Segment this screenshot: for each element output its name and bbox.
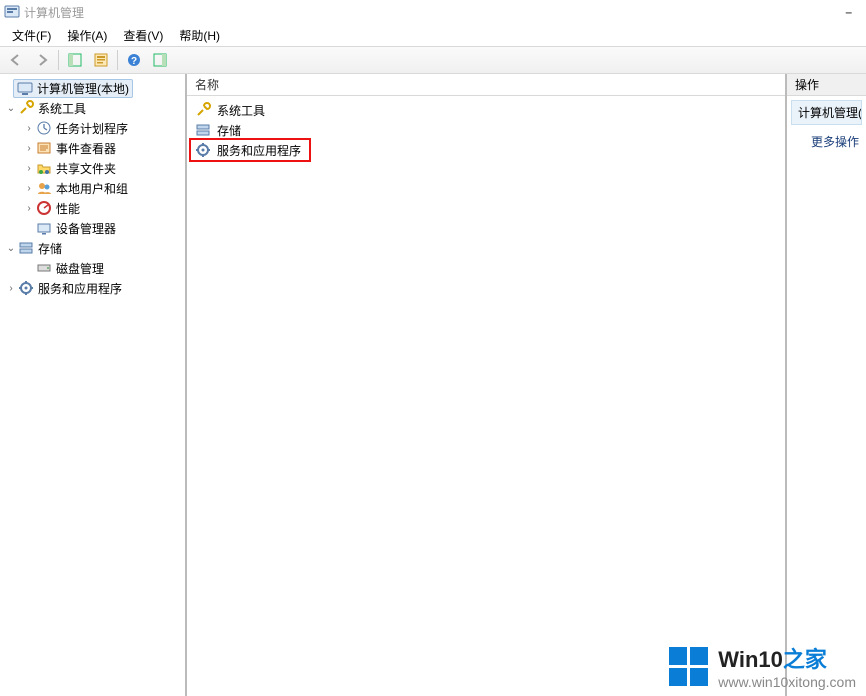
- tools-icon: [195, 102, 211, 118]
- tree-local-users[interactable]: › 本地用户和组: [0, 178, 185, 198]
- tree-label: 存储: [38, 240, 62, 257]
- actions-header: 操作: [787, 74, 866, 96]
- disk-icon: [36, 260, 52, 276]
- tree-services-apps[interactable]: › 服务和应用程序: [0, 278, 185, 298]
- storage-icon: [18, 240, 34, 256]
- show-hide-action-pane-button[interactable]: [148, 48, 172, 72]
- tree-label: 磁盘管理: [56, 260, 104, 277]
- computer-mgmt-icon: [17, 80, 33, 96]
- main-area: ▸ 计算机管理(本地) ⌄: [0, 74, 866, 696]
- watermark-brand-2: 之家: [783, 647, 827, 672]
- users-icon: [36, 180, 52, 196]
- clock-icon: [36, 120, 52, 136]
- list-body: 系统工具 存储 服务和应用程序: [187, 96, 785, 696]
- help-button[interactable]: ?: [122, 48, 146, 72]
- list-panel: 名称 系统工具 存储 服务和应用程序: [186, 74, 786, 696]
- list-item-storage[interactable]: 存储: [193, 120, 779, 140]
- window-title: 计算机管理: [24, 4, 84, 21]
- show-hide-tree-button[interactable]: [63, 48, 87, 72]
- actions-panel: 操作 计算机管理(本地) 更多操作: [786, 74, 866, 696]
- svg-text:?: ?: [131, 56, 137, 67]
- shared-folder-icon: [36, 160, 52, 176]
- performance-icon: [36, 200, 52, 216]
- menu-file[interactable]: 文件(F): [4, 25, 59, 46]
- toolbar-separator: [117, 50, 118, 70]
- menu-bar: 文件(F) 操作(A) 查看(V) 帮助(H): [0, 24, 866, 46]
- storage-icon: [195, 122, 211, 138]
- windows-logo-icon: [669, 647, 708, 686]
- tree-device-manager[interactable]: › 设备管理器: [0, 218, 185, 238]
- menu-action[interactable]: 操作(A): [59, 25, 115, 46]
- list-item-system-tools[interactable]: 系统工具: [193, 100, 779, 120]
- tree-event-viewer[interactable]: › 事件查看器: [0, 138, 185, 158]
- list-item-services-apps[interactable]: 服务和应用程序: [193, 140, 779, 160]
- expand-icon[interactable]: ›: [22, 143, 36, 154]
- list-item-label: 系统工具: [217, 102, 265, 119]
- expand-icon[interactable]: ›: [22, 183, 36, 194]
- device-manager-icon: [36, 220, 52, 236]
- tree-label: 任务计划程序: [56, 120, 128, 137]
- event-viewer-icon: [36, 140, 52, 156]
- expand-icon[interactable]: ›: [4, 283, 18, 294]
- tree-label: 事件查看器: [56, 140, 116, 157]
- actions-group-title: 计算机管理(本地): [791, 100, 862, 125]
- nav-back-button: [4, 48, 28, 72]
- tree-label: 服务和应用程序: [38, 280, 122, 297]
- tree-label: 性能: [56, 200, 80, 217]
- menu-view[interactable]: 查看(V): [115, 25, 171, 46]
- list-item-label: 存储: [217, 122, 241, 139]
- list-item-label: 服务和应用程序: [217, 142, 301, 159]
- tree-label: 本地用户和组: [56, 180, 128, 197]
- actions-more-link[interactable]: 更多操作: [787, 129, 866, 154]
- services-icon: [18, 280, 34, 296]
- tree-label: 系统工具: [38, 100, 86, 117]
- column-header-name[interactable]: 名称: [187, 74, 785, 96]
- services-icon: [195, 142, 211, 158]
- tree-storage[interactable]: ⌄ 存储: [0, 238, 185, 258]
- tree-system-tools[interactable]: ⌄ 系统工具: [0, 98, 185, 118]
- watermark: Win10之家 www.win10xitong.com: [669, 642, 856, 690]
- title-bar: 计算机管理 –: [0, 0, 866, 24]
- menu-help[interactable]: 帮助(H): [171, 25, 228, 46]
- toolbar: ?: [0, 46, 866, 74]
- expand-icon[interactable]: ⌄: [4, 243, 18, 254]
- expand-icon[interactable]: ›: [22, 203, 36, 214]
- toolbar-separator: [58, 50, 59, 70]
- expand-icon[interactable]: ›: [22, 123, 36, 134]
- minimize-indicator: –: [845, 5, 862, 19]
- tree-task-scheduler[interactable]: › 任务计划程序: [0, 118, 185, 138]
- tree-label: 设备管理器: [56, 220, 116, 237]
- tree-panel: ▸ 计算机管理(本地) ⌄: [0, 74, 186, 696]
- tools-icon: [18, 100, 34, 116]
- tree-root-node[interactable]: ▸ 计算机管理(本地): [0, 78, 185, 98]
- tree-performance[interactable]: › 性能: [0, 198, 185, 218]
- tree-disk-management[interactable]: › 磁盘管理: [0, 258, 185, 278]
- properties-button[interactable]: [89, 48, 113, 72]
- expand-icon[interactable]: ⌄: [4, 103, 18, 114]
- nav-forward-button: [30, 48, 54, 72]
- watermark-url: www.win10xitong.com: [718, 674, 856, 690]
- watermark-brand-1: Win10: [718, 647, 783, 672]
- tree-label: 共享文件夹: [56, 160, 116, 177]
- app-icon: [4, 4, 20, 20]
- tree-label: 计算机管理(本地): [37, 80, 129, 97]
- tree-shared-folders[interactable]: › 共享文件夹: [0, 158, 185, 178]
- expand-icon[interactable]: ›: [22, 163, 36, 174]
